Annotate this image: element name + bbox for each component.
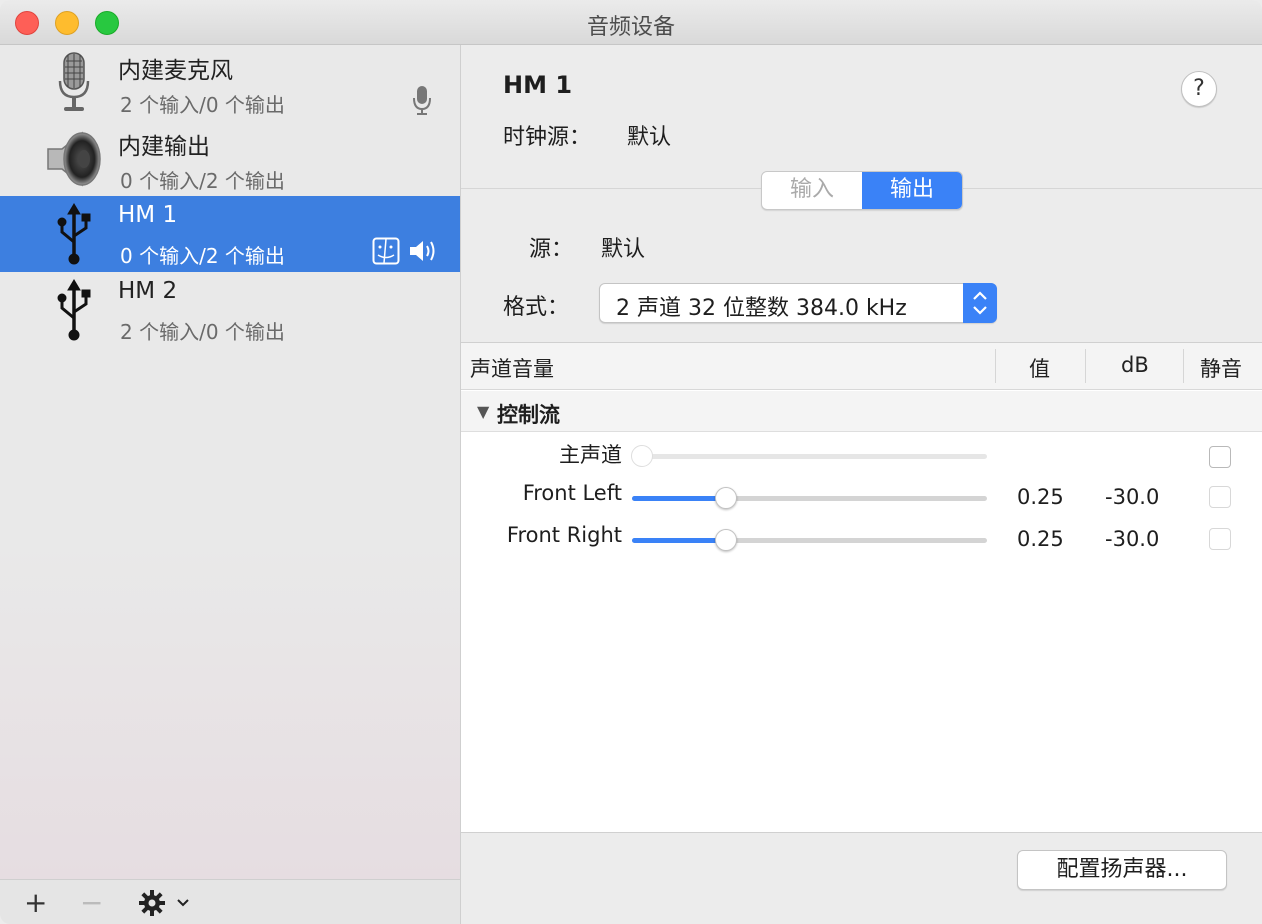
source-label: 源： bbox=[529, 237, 574, 262]
table-row: Front Left 0.25 -30.0 bbox=[461, 476, 1262, 518]
mute-checkbox[interactable] bbox=[1209, 446, 1231, 468]
device-io: 0 个输入/2 个输出 bbox=[120, 169, 285, 193]
source-value: 默认 bbox=[601, 237, 646, 262]
mic-icon bbox=[413, 86, 431, 115]
channel-volume-table: 声道音量 值 dB 静音 ▼ 控制流 主声道 Front Left 0.25 -… bbox=[461, 342, 1262, 833]
device-io: 2 个输入/0 个输出 bbox=[120, 93, 285, 117]
slider-knob[interactable] bbox=[715, 529, 737, 551]
header-channel-volume[interactable]: 声道音量 bbox=[470, 353, 554, 383]
header-value[interactable]: 值 bbox=[1029, 353, 1050, 383]
slider-fill bbox=[632, 538, 722, 543]
usb-icon bbox=[57, 279, 91, 341]
disclosure-triangle-icon[interactable]: ▼ bbox=[477, 402, 489, 421]
device-item-builtin-mic[interactable]: 内建麦克风 2 个输入/0 个输出 bbox=[0, 45, 460, 121]
table-row: Front Right 0.25 -30.0 bbox=[461, 518, 1262, 560]
device-name: HM 2 bbox=[118, 278, 178, 304]
window-title: 音频设备 bbox=[586, 15, 675, 40]
gear-icon[interactable] bbox=[138, 889, 194, 917]
group-row-control-stream[interactable]: ▼ 控制流 bbox=[461, 391, 1262, 432]
clock-source-value[interactable]: 默认 bbox=[627, 119, 671, 151]
db-text: -30.0 bbox=[1105, 527, 1160, 551]
device-io: 0 个输入/2 个输出 bbox=[120, 244, 285, 268]
slider-knob[interactable] bbox=[631, 445, 653, 467]
device-item-hm2[interactable]: HM 2 2 个输入/0 个输出 bbox=[0, 272, 460, 348]
remove-device-button[interactable]: − bbox=[80, 886, 103, 919]
format-select[interactable]: 2 声道 32 位整数 384.0 kHz bbox=[599, 283, 997, 323]
volume-slider-front-right[interactable] bbox=[632, 529, 987, 551]
device-io: 2 个输入/0 个输出 bbox=[120, 320, 285, 344]
channel-label: Front Right bbox=[506, 523, 622, 547]
device-name: HM 1 bbox=[118, 202, 178, 228]
device-name: 内建麦克风 bbox=[118, 58, 233, 84]
device-detail-pane: HM 1 ? 时钟源： 默认 输入 输出 源： 默认 格式： 2 声道 32 位… bbox=[461, 45, 1262, 924]
channel-label: Front Left bbox=[522, 481, 622, 505]
tab-output[interactable]: 输出 bbox=[862, 172, 962, 209]
usb-icon bbox=[57, 203, 91, 265]
microphone-icon bbox=[58, 52, 90, 111]
configure-speakers-button[interactable]: 配置扬声器... bbox=[1017, 850, 1227, 890]
device-title: HM 1 bbox=[503, 71, 573, 99]
title-bar: 音频设备 bbox=[0, 0, 1262, 45]
clock-source-label: 时钟源： bbox=[503, 125, 592, 150]
db-text: -30.0 bbox=[1105, 485, 1160, 509]
slider-knob[interactable] bbox=[715, 487, 737, 509]
header-db[interactable]: dB bbox=[1121, 353, 1149, 377]
volume-icon bbox=[410, 241, 435, 261]
chevron-up-down-icon bbox=[963, 283, 997, 323]
tab-input[interactable]: 输入 bbox=[762, 172, 862, 209]
device-item-builtin-output[interactable]: 内建输出 0 个输入/2 个输出 bbox=[0, 121, 460, 197]
header-mute[interactable]: 静音 bbox=[1200, 353, 1242, 383]
audio-midi-window: 音频设备 内建麦克风 2 个输入/0 个输出 内建输出 0 个输入/2 个输出 … bbox=[0, 0, 1262, 924]
table-row: 主声道 bbox=[461, 434, 1262, 476]
device-name: 内建输出 bbox=[118, 134, 210, 160]
help-button[interactable]: ? bbox=[1181, 71, 1217, 107]
add-device-button[interactable]: + bbox=[24, 886, 47, 919]
volume-slider-master[interactable] bbox=[631, 445, 987, 467]
device-item-hm1[interactable]: HM 1 0 个输入/2 个输出 bbox=[0, 196, 460, 272]
value-text: 0.25 bbox=[1017, 527, 1064, 551]
group-label: 控制流 bbox=[497, 403, 560, 427]
slider-fill bbox=[632, 496, 722, 501]
device-list: 内建麦克风 2 个输入/0 个输出 内建输出 0 个输入/2 个输出 HM 1 … bbox=[0, 45, 461, 879]
format-label: 格式： bbox=[503, 295, 570, 320]
sidebar-toolbar: + − bbox=[0, 879, 461, 924]
table-header: 声道音量 值 dB 静音 bbox=[461, 343, 1262, 390]
channel-label: 主声道 bbox=[559, 443, 622, 467]
speaker-icon bbox=[47, 131, 101, 187]
format-value: 2 声道 32 位整数 384.0 kHz bbox=[616, 296, 907, 321]
volume-slider-front-left[interactable] bbox=[632, 487, 987, 509]
value-text: 0.25 bbox=[1017, 485, 1064, 509]
finder-icon bbox=[372, 237, 400, 265]
input-output-segmented-control: 输入 输出 bbox=[761, 171, 963, 210]
mute-checkbox[interactable] bbox=[1209, 528, 1231, 550]
mute-checkbox[interactable] bbox=[1209, 486, 1231, 508]
